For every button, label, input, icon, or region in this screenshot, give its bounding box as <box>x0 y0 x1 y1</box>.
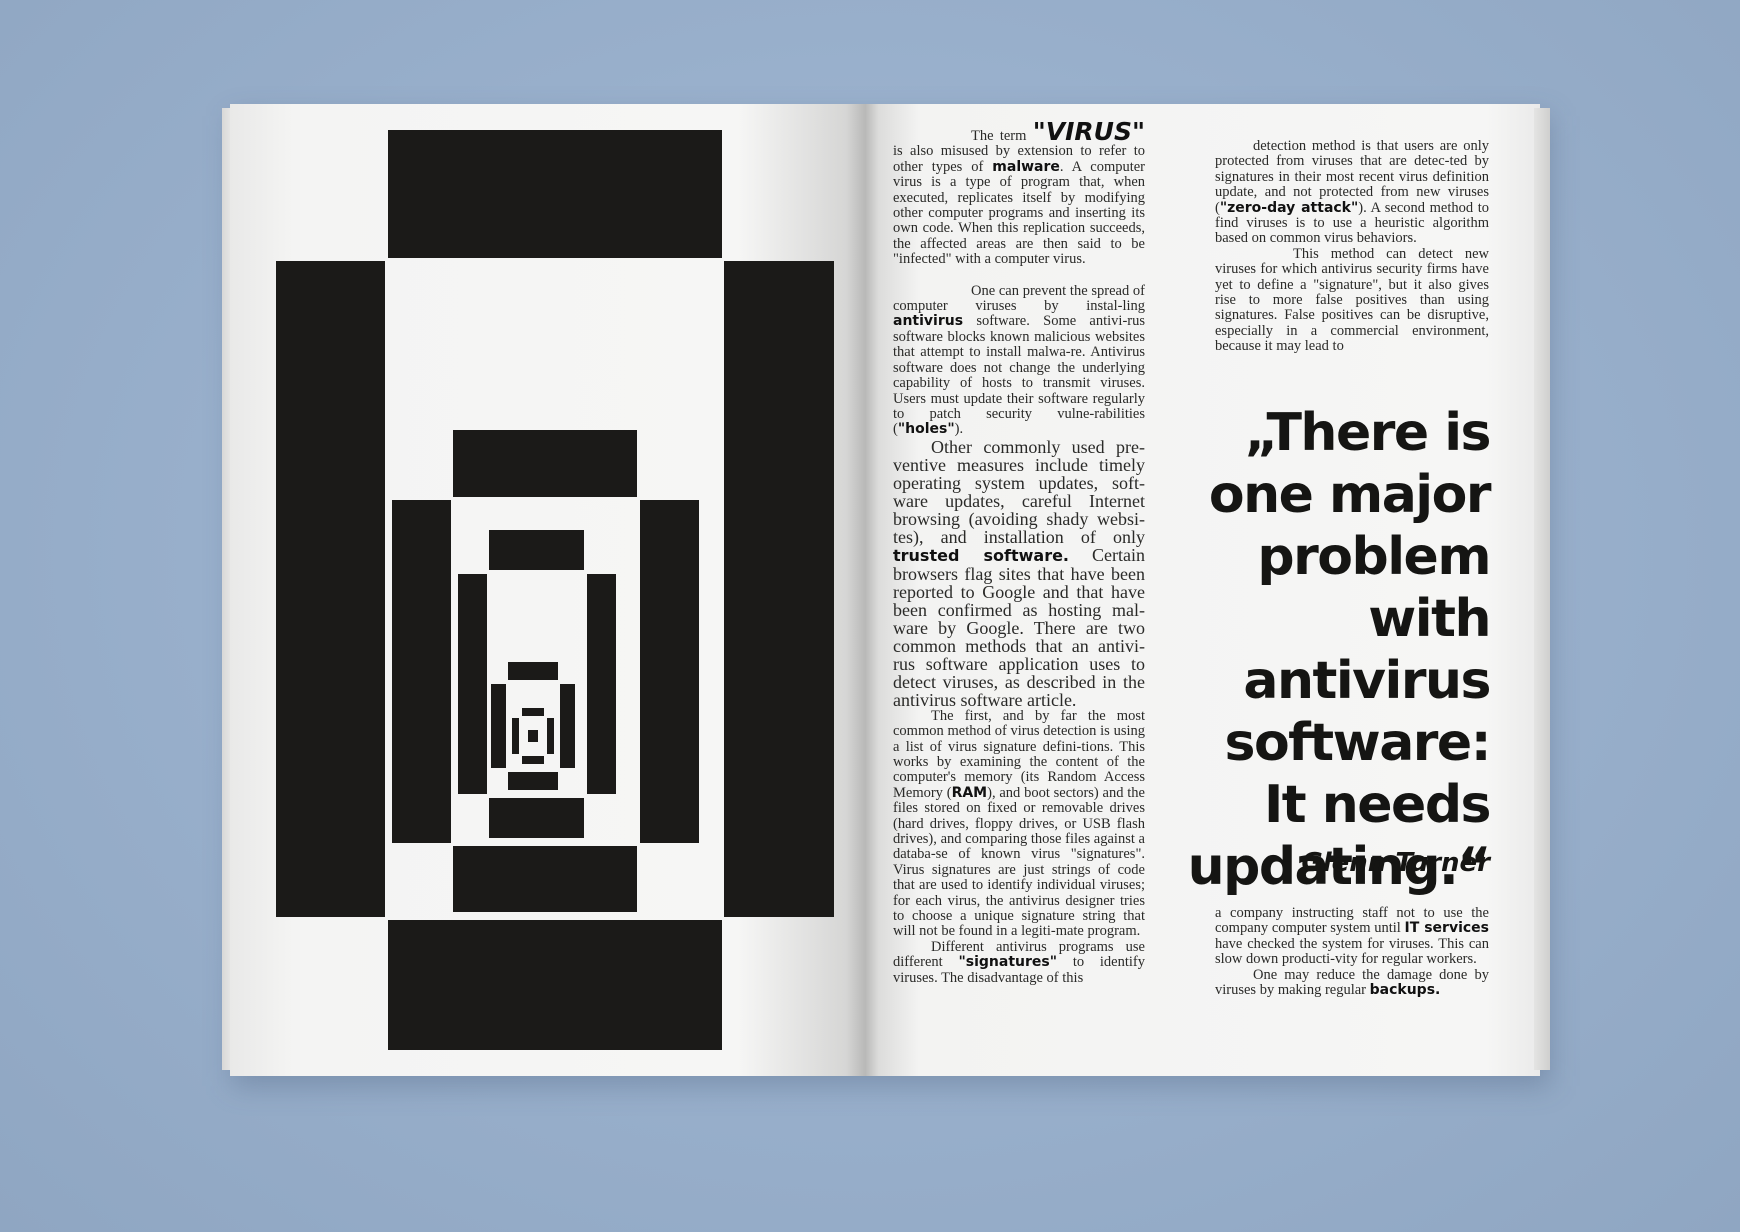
text: software. Some antivi-rus software block… <box>893 313 1145 438</box>
text: ), and boot sectors) and the files store… <box>893 784 1145 940</box>
left-page <box>230 104 865 1076</box>
paragraph: The term "VIRUS" is also misused by exte… <box>893 119 1146 268</box>
right-page-edge <box>1534 108 1550 1070</box>
keyword-antivirus: antivirus <box>893 313 964 330</box>
keyword-malware: malware <box>992 158 1060 175</box>
keyword-holes: "holes" <box>897 421 955 438</box>
keyword-it-services: IT services <box>1404 920 1489 937</box>
text: have checked the system for viruses. Thi… <box>1215 935 1489 968</box>
article-column-2-bottom: a company instructing staff not to use t… <box>1215 905 1489 999</box>
paragraph: One can prevent the spread of computer v… <box>893 282 1145 438</box>
keyword-zero-day-attack: "zero-day attack" <box>1219 199 1359 216</box>
paragraph: Other commonly used pre-ventive measures… <box>893 438 1145 709</box>
quote-author: - Glenn Turner <box>1281 848 1490 878</box>
article-column-1: The term "VIRUS" is also misused by exte… <box>893 119 1146 986</box>
paragraph: detection method is that users are only … <box>1215 138 1489 247</box>
text: One can prevent the spread of computer v… <box>893 282 1145 315</box>
paragraph: One may reduce the damage done by viruse… <box>1215 966 1489 999</box>
pull-quote-line: „There is <box>1244 403 1491 463</box>
keyword-ram: RAM <box>951 784 988 801</box>
keyword-trusted-software: trusted software. <box>893 545 1070 565</box>
text: This method can detect new viruses for w… <box>1215 245 1489 355</box>
pull-quote-line: one major <box>1208 465 1492 525</box>
paragraph: The first, and by far the most common me… <box>893 708 1145 940</box>
pull-quote-line: antivirus <box>1243 651 1491 711</box>
pull-quote-line: It needs <box>1263 775 1492 835</box>
pull-quote: „There is one major problem with antivir… <box>1120 402 1492 898</box>
text: The term <box>971 128 1027 144</box>
keyword-virus: "VIRUS" <box>1032 117 1145 146</box>
pull-quote-line: software: <box>1224 713 1492 773</box>
keyword-backups: backups. <box>1369 982 1441 999</box>
paragraph: This method can detect new viruses for w… <box>1215 245 1489 355</box>
text: One may reduce the damage done by viruse… <box>1215 966 1489 999</box>
article-column-2-top: detection method is that users are only … <box>1215 138 1489 355</box>
paragraph: Different antivirus programs use differe… <box>893 939 1145 986</box>
keyword-signatures: "signatures" <box>958 954 1058 971</box>
pull-quote-line: problem with <box>1257 527 1491 649</box>
text: Certain browsers flag sites that have be… <box>893 544 1146 710</box>
text: Other commonly used pre-ventive measures… <box>893 436 1145 547</box>
text: ). <box>954 421 964 438</box>
paragraph: a company instructing staff not to use t… <box>1215 905 1489 968</box>
text: . A computer virus is a type of program … <box>893 158 1146 268</box>
